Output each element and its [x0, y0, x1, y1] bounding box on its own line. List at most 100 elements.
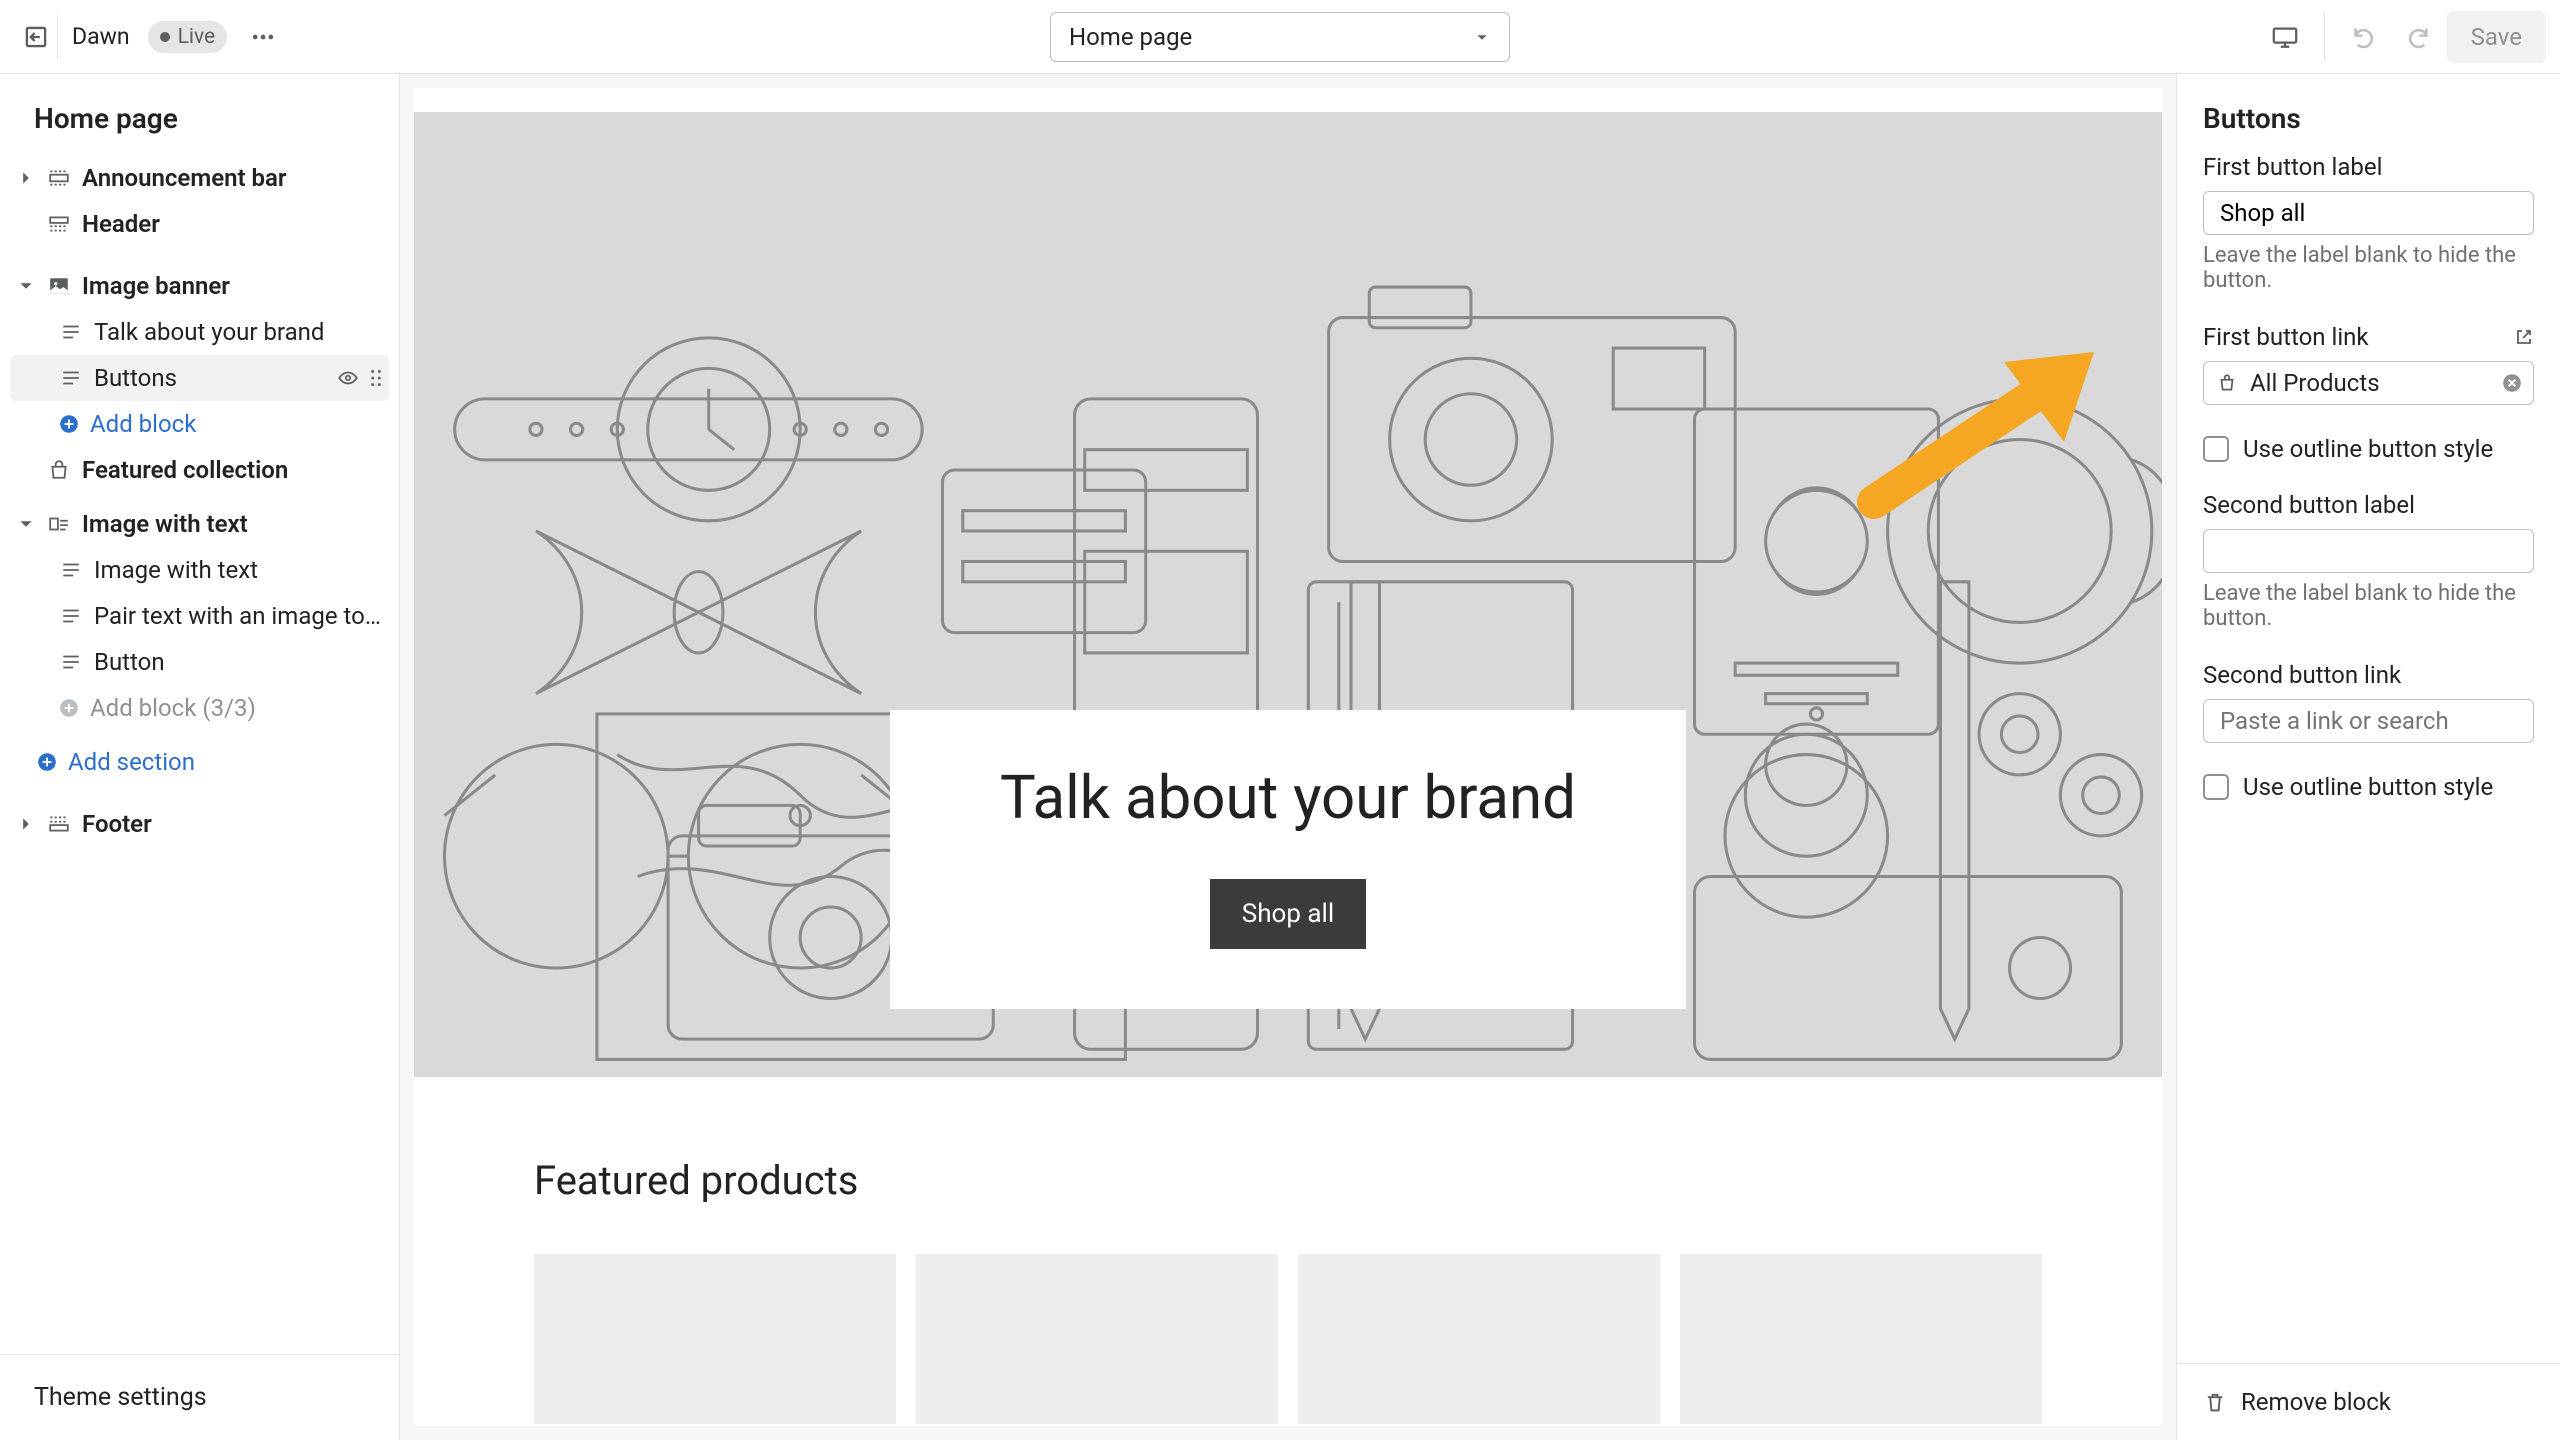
field-label: Second button link — [2203, 661, 2534, 689]
sidebar: Home page Announcement bar Header Image … — [0, 74, 400, 1440]
sidebar-item-label: Footer — [82, 810, 383, 838]
second-button-label-input[interactable] — [2203, 529, 2534, 573]
preview-banner-button[interactable]: Shop all — [1210, 879, 1366, 949]
sidebar-item-header[interactable]: Header — [10, 201, 389, 247]
plus-circle-icon — [36, 751, 58, 773]
footer-icon — [48, 813, 70, 835]
drag-handle[interactable] — [369, 367, 383, 389]
sidebar-item-image-with-text[interactable]: Image with text — [10, 501, 389, 547]
field-label: First button link — [2203, 323, 2534, 351]
sidebar-block-pair-text[interactable]: Pair text with an image to focu... — [10, 593, 389, 639]
page-selector[interactable]: Home page — [1050, 12, 1510, 62]
field-label: First button label — [2203, 153, 2534, 181]
theme-settings-button[interactable]: Theme settings — [0, 1354, 399, 1440]
checkbox-label: Use outline button style — [2243, 435, 2493, 463]
chevron-down-icon — [19, 279, 33, 293]
save-button: Save — [2447, 11, 2546, 63]
preview-product-card[interactable]: Example product — [916, 1254, 1278, 1426]
remove-block-button[interactable]: Remove block — [2177, 1363, 2560, 1440]
exit-button[interactable] — [14, 15, 58, 59]
topbar-right: Save — [2260, 11, 2546, 63]
preview-product-card[interactable]: Example product — [1298, 1254, 1660, 1426]
sidebar-item-label: Image banner — [82, 272, 383, 300]
sidebar-block-buttons[interactable]: Buttons — [10, 355, 389, 401]
panel-title: Buttons — [2177, 74, 2560, 153]
sidebar-item-label: Pair text with an image to focu... — [94, 602, 383, 630]
add-section-button[interactable]: Add section — [10, 739, 389, 785]
caret-down-icon — [1473, 28, 1491, 46]
eye-icon — [337, 367, 359, 389]
add-block-button[interactable]: Add block — [10, 401, 389, 447]
visibility-toggle[interactable] — [337, 367, 359, 389]
preview-frame: Talk about your brand Shop all Featured … — [414, 88, 2162, 1426]
chevron-right-icon — [19, 171, 33, 185]
sidebar-item-label: Image with text — [82, 510, 383, 538]
preview-product-image — [1298, 1254, 1660, 1424]
external-link-icon[interactable] — [2514, 327, 2534, 347]
checkbox-label: Use outline button style — [2243, 773, 2493, 801]
text-block-icon — [60, 651, 82, 673]
first-outline-checkbox-row[interactable]: Use outline button style — [2203, 435, 2534, 463]
preview-product-image — [916, 1254, 1278, 1424]
preview-product-grid: Example product Example product Example … — [534, 1254, 2042, 1426]
sidebar-title: Home page — [0, 74, 399, 155]
add-block-disabled: Add block (3/3) — [10, 685, 389, 731]
plus-circle-icon — [58, 413, 80, 435]
section-icon — [48, 167, 70, 189]
settings-panel: Buttons First button label Leave the lab… — [2176, 74, 2560, 1440]
sidebar-item-label: Add block — [90, 410, 383, 438]
exit-icon — [23, 24, 49, 50]
second-outline-checkbox-row[interactable]: Use outline button style — [2203, 773, 2534, 801]
preview-banner: Talk about your brand Shop all — [414, 112, 2162, 1077]
checkbox[interactable] — [2203, 774, 2229, 800]
sidebar-item-label: Featured collection — [82, 456, 383, 484]
panel-body: First button label Leave the label blank… — [2177, 153, 2560, 1363]
sidebar-item-footer[interactable]: Footer — [10, 801, 389, 847]
preview-featured-section: Featured products Example product Exampl… — [414, 1077, 2162, 1426]
desktop-icon — [2271, 23, 2299, 51]
field-help: Leave the label blank to hide the button… — [2203, 243, 2534, 293]
text-block-icon — [60, 321, 82, 343]
sidebar-block-talk-about[interactable]: Talk about your brand — [10, 309, 389, 355]
chevron-right-icon — [19, 817, 33, 831]
sidebar-item-announcement-bar[interactable]: Announcement bar — [10, 155, 389, 201]
field-first-button-label: First button label Leave the label blank… — [2203, 153, 2534, 293]
collection-link-icon — [2216, 372, 2238, 394]
sidebar-block-button[interactable]: Button — [10, 639, 389, 685]
more-button[interactable] — [241, 15, 285, 59]
preview-product-card[interactable]: Example product — [534, 1254, 896, 1426]
collection-icon — [48, 459, 70, 481]
text-block-icon — [60, 367, 82, 389]
image-text-icon — [48, 513, 70, 535]
undo-button[interactable] — [2339, 12, 2389, 62]
image-icon — [48, 275, 70, 297]
text-block-icon — [60, 559, 82, 581]
second-button-link-input[interactable] — [2203, 699, 2534, 743]
redo-button[interactable] — [2393, 12, 2443, 62]
field-label: Second button label — [2203, 491, 2534, 519]
plus-circle-icon — [58, 697, 80, 719]
section-tree: Announcement bar Header Image banner Tal… — [0, 155, 399, 1354]
main-layout: Home page Announcement bar Header Image … — [0, 74, 2560, 1440]
theme-name: Dawn — [72, 23, 130, 50]
sidebar-item-label: Announcement bar — [82, 164, 383, 192]
field-first-button-link: First button link All Products — [2203, 323, 2534, 405]
preview-product-card[interactable]: Example product — [1680, 1254, 2042, 1426]
sidebar-item-label: Add block (3/3) — [90, 694, 383, 722]
sidebar-block-image-with-text[interactable]: Image with text — [10, 547, 389, 593]
header-icon — [48, 213, 70, 235]
sidebar-item-label: Header — [82, 210, 383, 238]
sidebar-item-featured-collection[interactable]: Featured collection — [10, 447, 389, 493]
first-button-label-input[interactable] — [2203, 191, 2534, 235]
topbar-left: Dawn Live — [14, 15, 285, 59]
preview-banner-heading: Talk about your brand — [1000, 762, 1576, 833]
field-second-button-link: Second button link — [2203, 661, 2534, 743]
clear-link-button[interactable] — [2501, 372, 2523, 394]
checkbox[interactable] — [2203, 436, 2229, 462]
desktop-view-button[interactable] — [2260, 12, 2310, 62]
sidebar-item-image-banner[interactable]: Image banner — [10, 263, 389, 309]
first-button-link-value[interactable]: All Products — [2203, 361, 2534, 405]
sidebar-item-label: Image with text — [94, 556, 383, 584]
sidebar-item-label: Add section — [68, 748, 383, 776]
preview-product-image — [1680, 1254, 2042, 1424]
